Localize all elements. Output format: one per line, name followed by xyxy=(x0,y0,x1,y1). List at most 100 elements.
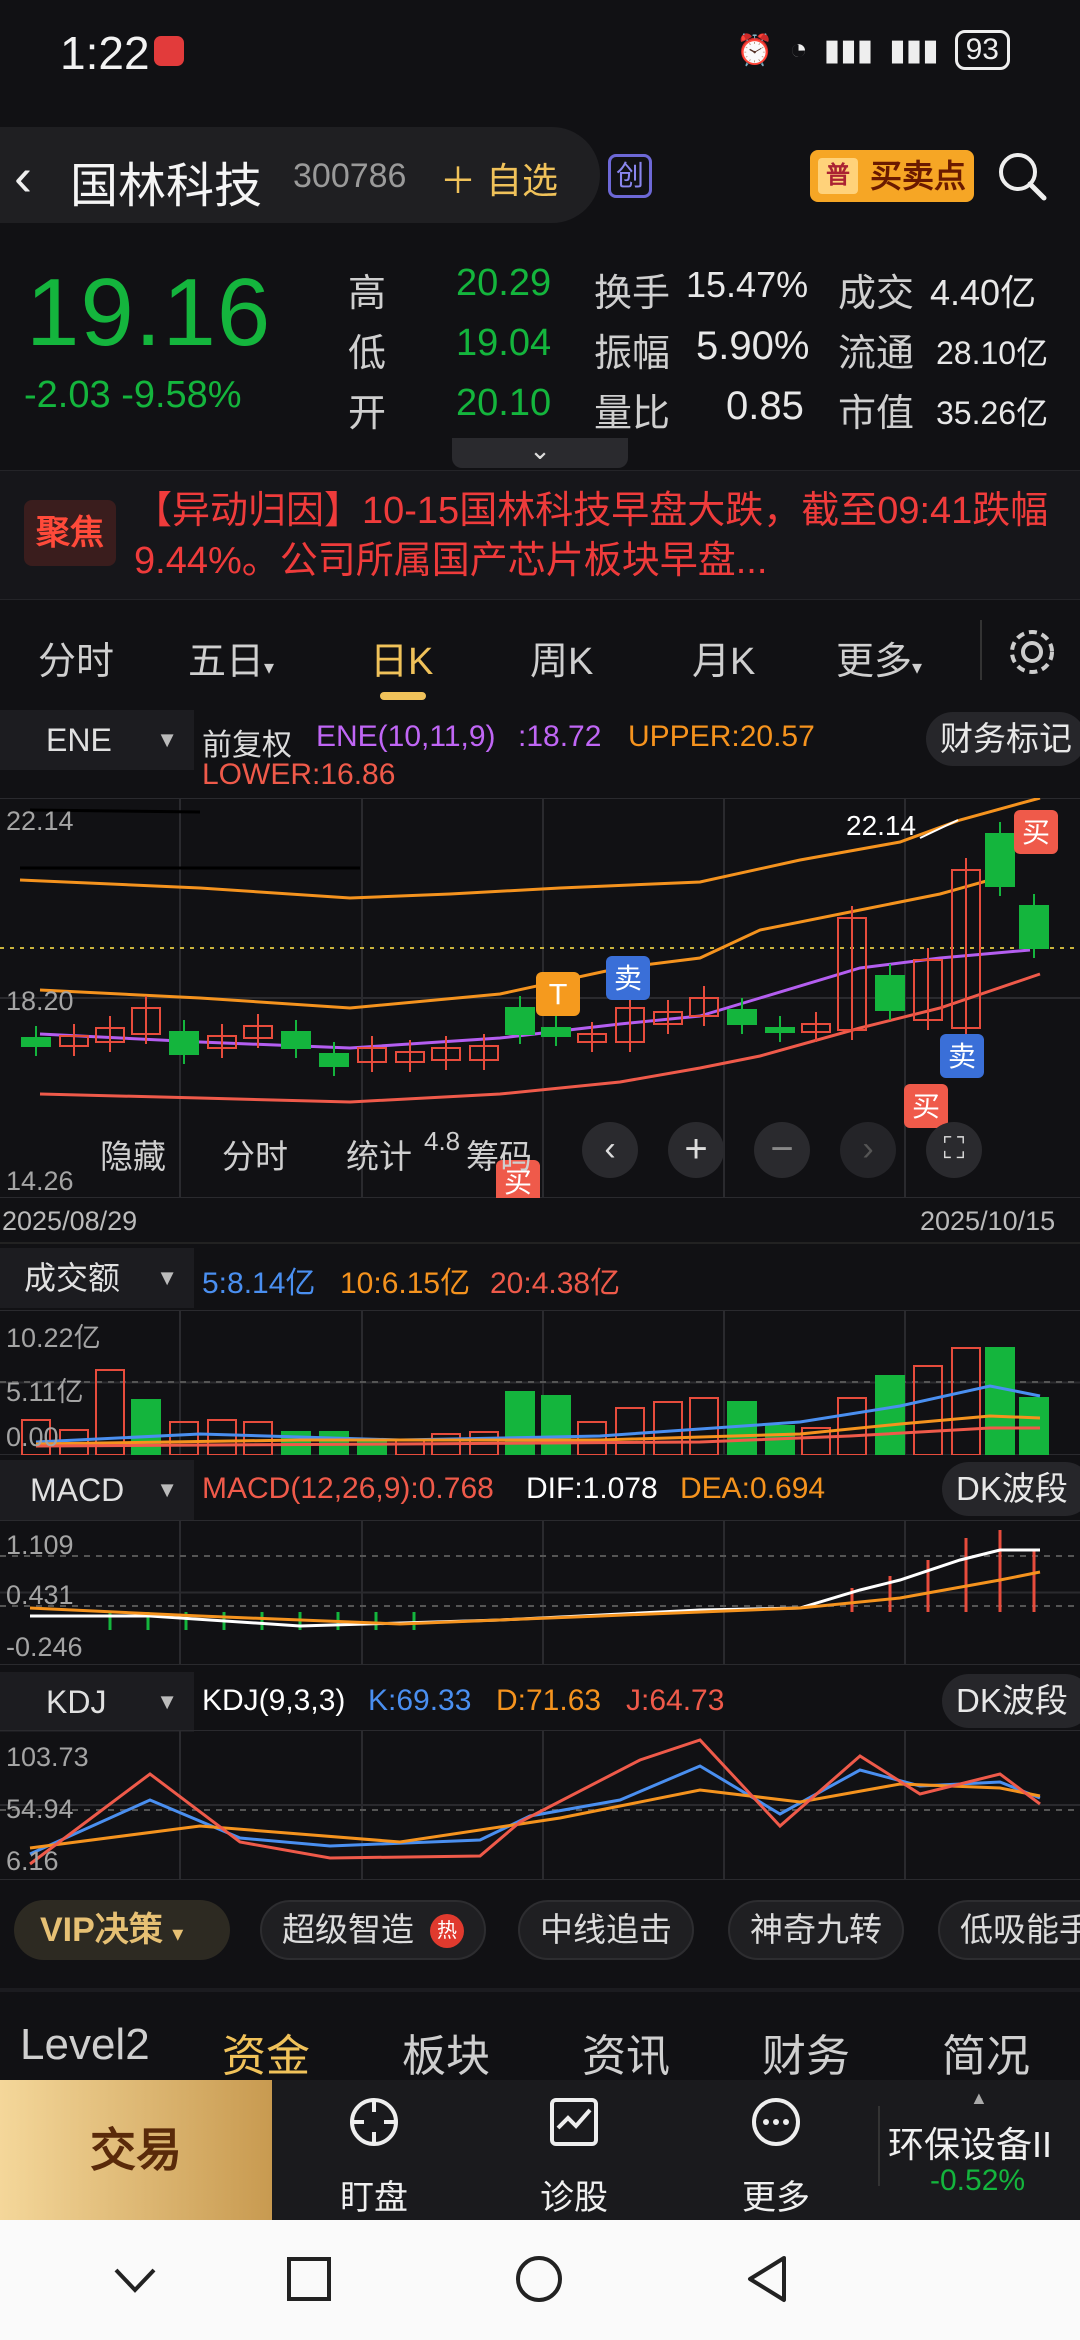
back-triangle-icon[interactable] xyxy=(744,2254,790,2304)
stock-name: 国林科技 xyxy=(70,160,263,213)
more-dots-icon[interactable] xyxy=(748,2094,804,2150)
volume-bar xyxy=(505,1391,535,1455)
chips-button[interactable]: 筹码 xyxy=(466,1130,532,1178)
chevron-down-icon[interactable] xyxy=(110,2262,160,2298)
back-arrow-icon[interactable]: ‹ xyxy=(14,150,32,204)
nav-more-label[interactable]: 更多 xyxy=(716,2170,836,2219)
vip-label: VIP决策 xyxy=(40,1911,163,1949)
buy-signal-label: 买 xyxy=(912,1090,940,1123)
nav-watch-label[interactable]: 盯盘 xyxy=(314,2170,434,2219)
float-value: 28.10亿 xyxy=(936,335,1049,371)
scroll-left-button[interactable]: ‹ xyxy=(582,1122,638,1178)
caret-down-icon: ▾ xyxy=(264,657,275,679)
divider xyxy=(0,1988,1080,1992)
low-marker: 4.8 xyxy=(424,1126,461,1156)
fullscreen-button[interactable]: ⛶ xyxy=(926,1122,982,1178)
crosshair-watch-icon[interactable] xyxy=(346,2094,402,2150)
caret-down-icon: ▾ xyxy=(172,1921,184,1946)
buy-sell-badge: 普 xyxy=(818,158,858,194)
tab-daily-k[interactable]: 日K xyxy=(370,630,433,685)
tab-funds[interactable]: 资金 xyxy=(222,2020,310,2084)
strategy-chip-2[interactable]: 中线追击 xyxy=(518,1900,694,1960)
vip-decision-button[interactable]: VIP决策 ▾ xyxy=(14,1900,230,1960)
tab-sector[interactable]: 板块 xyxy=(402,2020,490,2084)
volume-indicator-label: 成交额 xyxy=(24,1260,121,1296)
dk-band-button[interactable]: DK波段 xyxy=(942,1462,1080,1516)
sector-name[interactable]: 环保设备II xyxy=(888,2116,1052,2168)
search-icon[interactable] xyxy=(994,148,1050,204)
y-axis-mid: 18.20 xyxy=(6,986,74,1016)
tab-five-day[interactable]: 五日▾ xyxy=(188,630,274,685)
tab-more[interactable]: 更多▾ xyxy=(836,630,922,685)
strategy-chip-1[interactable]: 超级智造热 xyxy=(260,1900,486,1960)
notification-icon xyxy=(154,36,184,66)
strategy-chip-3[interactable]: 神奇九转 xyxy=(728,1900,904,1960)
zoom-out-button[interactable]: − xyxy=(754,1122,810,1178)
strategy-chip-4[interactable]: 低吸能手 xyxy=(938,1900,1080,1960)
volume-bar xyxy=(395,1439,425,1455)
nav-diagnose-label[interactable]: 诊股 xyxy=(514,2170,634,2219)
focus-badge: 聚焦 xyxy=(24,500,116,566)
kdj-y-top: 103.73 xyxy=(6,1742,89,1772)
volume-bar xyxy=(951,1347,981,1455)
x-axis-end: 2025/10/15 xyxy=(920,1206,1056,1236)
home-circle-icon[interactable] xyxy=(514,2254,564,2304)
tab-level2[interactable]: Level2 xyxy=(20,2020,150,2070)
kdj-indicator-select[interactable]: KDJ ▼ xyxy=(0,1672,194,1732)
dk-band-button-2[interactable]: DK波段 xyxy=(942,1674,1080,1728)
main-indicator-select[interactable]: ENE ▼ xyxy=(0,710,194,770)
ene-label: ENE(10,11,9) xyxy=(316,720,496,753)
current-price: 19.16 xyxy=(26,259,272,366)
caret-down-icon: ▼ xyxy=(156,1689,178,1714)
zoom-in-button[interactable]: + xyxy=(668,1122,724,1178)
upper-value: UPPER:20.57 xyxy=(628,720,815,753)
tab-separator xyxy=(980,620,982,680)
tab-weekly-k[interactable]: 周K xyxy=(530,630,593,685)
candle-body xyxy=(169,1031,199,1055)
dif-value: DIF:1.078 xyxy=(526,1472,658,1505)
volume-ratio-value: 0.85 xyxy=(726,384,804,428)
open-value: 20.10 xyxy=(456,382,552,424)
sector-change: -0.52% xyxy=(930,2164,1026,2197)
deal-label: 成交 xyxy=(838,273,915,315)
change-percent: -9.58% xyxy=(121,374,242,416)
expand-quote-button[interactable]: ⌄ xyxy=(452,435,628,468)
trade-button[interactable]: 交易 xyxy=(0,2080,272,2220)
tab-news[interactable]: 资讯 xyxy=(582,2020,670,2084)
candle-body xyxy=(319,1053,349,1067)
volume-indicator-select[interactable]: 成交额 ▼ xyxy=(0,1248,194,1308)
caret-up-icon: ▲ xyxy=(970,2088,988,2108)
intraday-button[interactable]: 分时 xyxy=(222,1130,288,1178)
kdj-j: J:64.73 xyxy=(626,1684,725,1717)
open-label: 开 xyxy=(348,393,387,435)
caret-down-icon: ▼ xyxy=(156,1477,178,1502)
tab-profile[interactable]: 简况 xyxy=(942,2020,1030,2084)
news-text[interactable]: 【异动归因】10-15国林科技早盘大跌，截至09:41跌幅9.44%。公司所属国… xyxy=(134,486,1054,586)
ene-value: :18.72 xyxy=(518,720,602,753)
stats-button[interactable]: 统计 xyxy=(346,1130,412,1178)
kdj-j-line xyxy=(29,1738,1041,1866)
chevron-down-icon: ⌄ xyxy=(529,435,551,465)
finance-mark-button[interactable]: 财务标记 xyxy=(926,712,1080,766)
diagnose-chart-icon[interactable] xyxy=(546,2094,602,2150)
high-label: 高 xyxy=(348,273,387,315)
board-badge: 创 xyxy=(608,154,652,198)
recents-square-icon[interactable] xyxy=(286,2256,332,2302)
status-time: 1:22 xyxy=(60,27,150,79)
hide-button[interactable]: 隐藏 xyxy=(100,1130,166,1178)
tab-finance[interactable]: 财务 xyxy=(762,2020,850,2084)
add-favorite-label: 自选 xyxy=(486,160,559,201)
tab-monthly-k[interactable]: 月K xyxy=(692,630,755,685)
add-favorite-button[interactable]: ＋ 自选 xyxy=(440,152,558,204)
kdj-params: KDJ(9,3,3) xyxy=(202,1684,346,1717)
low-label: 低 xyxy=(348,333,387,375)
scroll-right-button[interactable]: › xyxy=(840,1122,896,1178)
macd-indicator-select[interactable]: MACD ▼ xyxy=(0,1460,194,1520)
nav-separator xyxy=(878,2106,880,2186)
tab-intraday[interactable]: 分时 xyxy=(38,630,114,685)
buy-sell-points-button[interactable]: 普买卖点 xyxy=(810,150,974,202)
volume-bar xyxy=(875,1375,905,1455)
settings-gear-icon[interactable] xyxy=(1004,624,1060,680)
mcap-label: 市值 xyxy=(838,393,915,435)
vol-y-top: 10.22亿 xyxy=(6,1323,101,1353)
